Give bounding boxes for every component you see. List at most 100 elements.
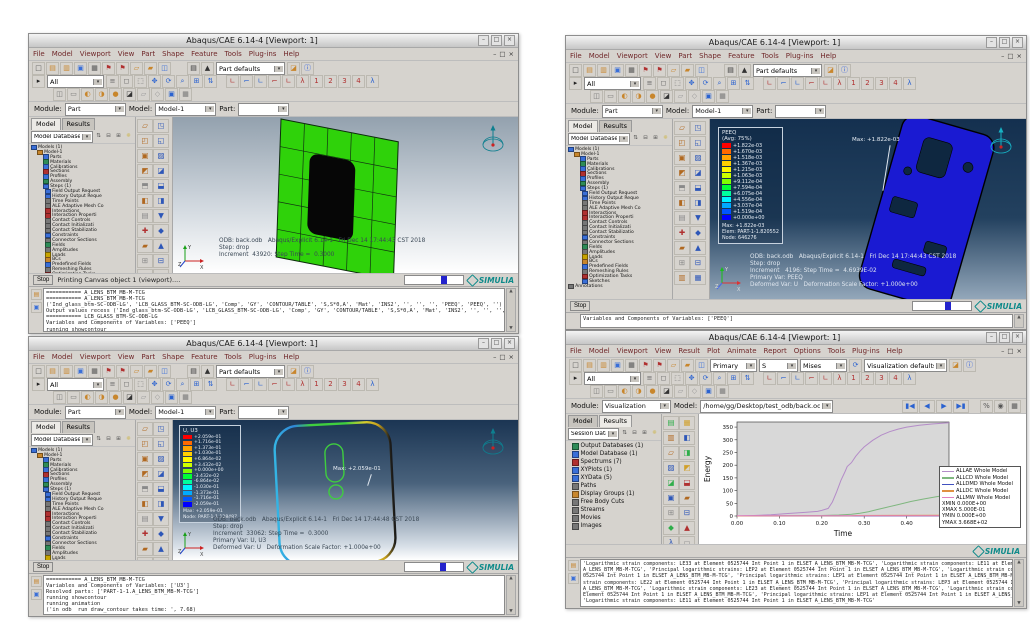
- toolbar-button[interactable]: ▦: [88, 365, 101, 378]
- menu-item[interactable]: Shape: [162, 353, 184, 361]
- model-combo[interactable]: Model-1: [692, 105, 753, 118]
- toolbox-button[interactable]: ▼: [153, 512, 169, 526]
- toolbox-button[interactable]: ▭: [679, 536, 695, 544]
- toolbar-button[interactable]: ▣: [611, 64, 624, 77]
- tree-header-button[interactable]: ⊟: [104, 435, 113, 444]
- menu-item[interactable]: View: [118, 50, 135, 58]
- mdi-control-button[interactable]: –: [493, 353, 496, 361]
- toolbar-button[interactable]: ▥: [597, 359, 610, 372]
- view-preset-button[interactable]: ⌐: [805, 77, 818, 90]
- toolbox-button[interactable]: ◰: [137, 437, 153, 451]
- title-bar[interactable]: Abaqus/CAE 6.14-4 [Viewport: 1] –□×: [29, 34, 518, 48]
- toolbar-button[interactable]: ⓘ: [838, 64, 851, 77]
- view-tool-button[interactable]: ⊞: [727, 372, 740, 385]
- toolbox-button[interactable]: ▰: [679, 491, 695, 505]
- tree-database-combo[interactable]: Model Database: [31, 434, 93, 446]
- selection-filter-combo[interactable]: All: [584, 77, 641, 90]
- part-combo[interactable]: [775, 105, 826, 118]
- toolbox-button[interactable]: ◆: [663, 521, 679, 535]
- toolbar-button[interactable]: □: [569, 64, 582, 77]
- toolbar-button[interactable]: ◪: [949, 359, 962, 372]
- animation-vcr-button[interactable]: ▮◀: [902, 400, 918, 413]
- menu-item[interactable]: Viewport: [617, 52, 648, 60]
- window-control-button[interactable]: □: [491, 35, 502, 46]
- render-style-button[interactable]: ◐: [81, 88, 94, 101]
- mdi-control-button[interactable]: □: [499, 353, 505, 361]
- model-combo[interactable]: /home/gg/Desktop/test_odb/back.odb: [700, 400, 833, 413]
- toolbox-button[interactable]: ◩: [674, 166, 690, 180]
- toolbar-button[interactable]: ⓘ: [301, 62, 314, 75]
- view-preset-button[interactable]: ∟: [791, 372, 804, 385]
- render-style-button[interactable]: ◫: [590, 90, 603, 103]
- toolbar-button[interactable]: ▣: [611, 359, 624, 372]
- toolbox-button[interactable]: ▰: [137, 239, 153, 253]
- toolbar-button[interactable]: □: [569, 359, 582, 372]
- view-preset-button[interactable]: 1: [310, 378, 323, 391]
- toolbox-button[interactable]: ▱: [674, 121, 690, 135]
- toolbox-button[interactable]: ◩: [137, 467, 153, 481]
- menu-item[interactable]: Viewport: [80, 50, 111, 58]
- view-preset-button[interactable]: 3: [338, 75, 351, 88]
- toolbar-button[interactable]: ⚑: [653, 64, 666, 77]
- title-bar[interactable]: Abaqus/CAE 6.14-4 [Viewport: 1] –□×: [29, 337, 518, 351]
- menu-item[interactable]: Model: [52, 353, 73, 361]
- render-style-button[interactable]: ▣: [702, 385, 715, 398]
- toolbox-button[interactable]: ▰: [674, 241, 690, 255]
- toolbox-button[interactable]: ◪: [153, 467, 169, 481]
- toolbox-button[interactable]: ◱: [153, 437, 169, 451]
- render-style-button[interactable]: ▦: [716, 385, 729, 398]
- toolbar-button[interactable]: ▥: [597, 64, 610, 77]
- tree-item[interactable]: Annotations: [566, 284, 672, 289]
- view-preset-button[interactable]: λ: [296, 75, 309, 88]
- toolbox-button[interactable]: ▨: [690, 151, 706, 165]
- module-combo[interactable]: Part: [65, 406, 126, 419]
- view-tool-button[interactable]: ◻: [657, 372, 670, 385]
- menu-item[interactable]: Model: [589, 347, 610, 355]
- viewport[interactable]: 0.000.100.200.300.400.500501001502002503…: [699, 414, 1026, 544]
- menu-item[interactable]: Tools: [762, 52, 779, 60]
- menu-item[interactable]: Plug-ins: [786, 52, 814, 60]
- tree-header-button[interactable]: ⊞: [651, 134, 660, 143]
- toolbox-button[interactable]: ◨: [153, 497, 169, 511]
- render-style-button[interactable]: ▱: [137, 88, 150, 101]
- message-scrollbar[interactable]: ▲▼: [506, 575, 516, 615]
- render-style-button[interactable]: ◐: [81, 391, 94, 404]
- window-control-button[interactable]: □: [999, 37, 1010, 48]
- tree-header-button[interactable]: ⊟: [630, 429, 639, 438]
- toolbar-button[interactable]: ▲: [201, 365, 214, 378]
- window-control-button[interactable]: □: [491, 338, 502, 349]
- toolbox-button[interactable]: ▨: [663, 461, 679, 475]
- view-preset-button[interactable]: 1: [310, 75, 323, 88]
- title-bar[interactable]: Abaqus/CAE 6.14-4 [Viewport: 1] –□×: [566, 331, 1026, 345]
- view-preset-button[interactable]: 3: [875, 77, 888, 90]
- tree-header-button[interactable]: ⊞: [114, 435, 123, 444]
- selection-filter-combo[interactable]: All: [584, 372, 641, 385]
- toolbar-button[interactable]: □: [32, 365, 45, 378]
- module-combo[interactable]: Part: [65, 103, 126, 116]
- tree-header-button[interactable]: ⊟: [641, 134, 650, 143]
- render-style-button[interactable]: ◇: [151, 391, 164, 404]
- toolbox-button[interactable]: ◆: [153, 224, 169, 238]
- view-tool-button[interactable]: ◻: [657, 77, 670, 90]
- tree-item[interactable]: Output Databases (1): [566, 442, 661, 450]
- cursor-select-icon[interactable]: ▸: [569, 77, 582, 90]
- toolbox-button[interactable]: ⬓: [690, 181, 706, 195]
- mdi-control-button[interactable]: ×: [1017, 347, 1022, 355]
- toolbar-button[interactable]: ▰: [144, 62, 157, 75]
- message-tab-icon[interactable]: ▤: [31, 576, 42, 587]
- render-style-button[interactable]: ◇: [688, 90, 701, 103]
- toolbar-button[interactable]: ▦: [625, 64, 638, 77]
- render-style-button[interactable]: ▣: [702, 90, 715, 103]
- tree-item[interactable]: Movies: [566, 514, 661, 522]
- toolbox-button[interactable]: ◰: [137, 134, 153, 148]
- toolbox-button[interactable]: ▣: [137, 452, 153, 466]
- view-tool-button[interactable]: ⌕: [176, 75, 189, 88]
- message-tab-icon[interactable]: ▤: [31, 289, 42, 300]
- toolbox-button[interactable]: ◳: [690, 121, 706, 135]
- window-control-button[interactable]: ×: [1012, 37, 1023, 48]
- menu-item[interactable]: File: [33, 50, 45, 58]
- toolbox-button[interactable]: ▤: [137, 209, 153, 223]
- view-tool-button[interactable]: ⇅: [204, 378, 217, 391]
- toolbox-button[interactable]: ▲: [690, 241, 706, 255]
- toolbox-button[interactable]: ◱: [690, 136, 706, 150]
